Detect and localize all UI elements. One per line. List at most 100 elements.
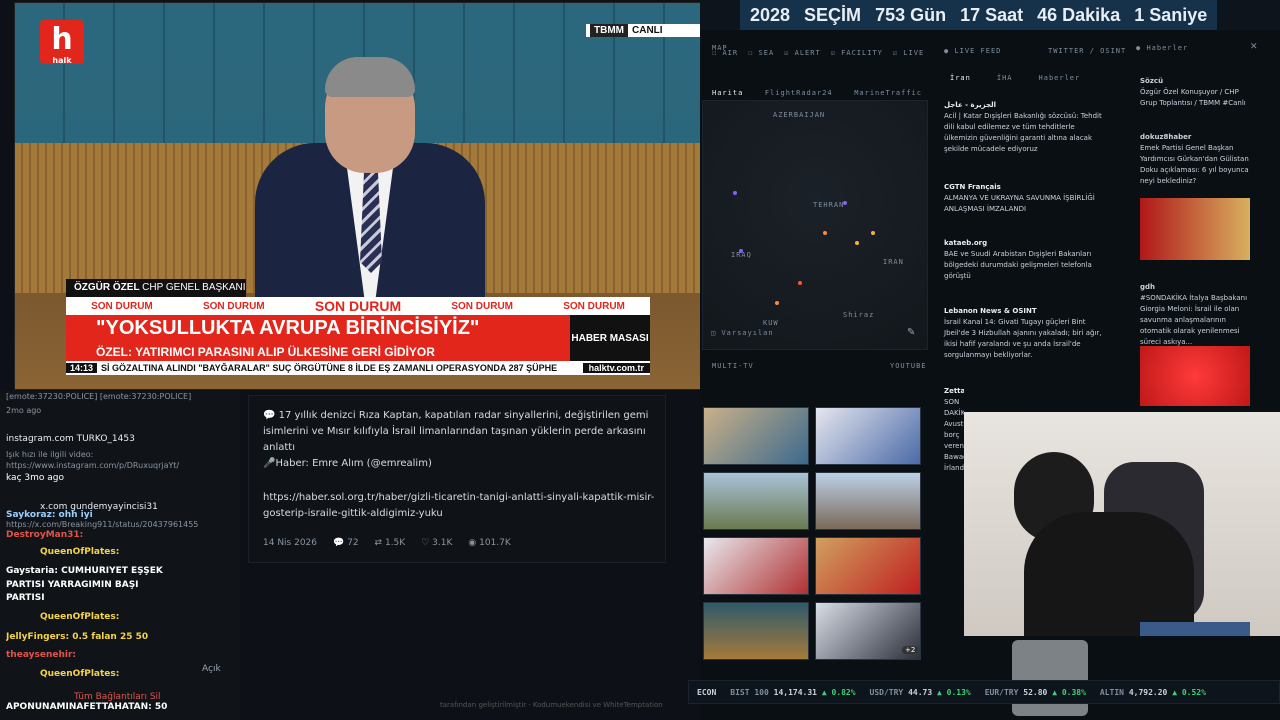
haber-masasi-label: HABER MASASI	[570, 315, 650, 361]
chat-line: JellyFingers: 0.5 falan 25 50	[6, 632, 149, 642]
map-filters: ☐ AIR ☐ SEA ☑ ALERT ☑ FACILITY ☑ LIVE	[712, 49, 924, 57]
like-count[interactable]: ♡ 3.1K	[421, 538, 452, 548]
feed-source: Lebanon News & OSINT	[944, 307, 1037, 315]
econ-bist-value: 14,174.31	[773, 687, 817, 697]
halktv-logo: h halk	[40, 20, 84, 65]
map-marker[interactable]	[871, 231, 875, 235]
tab-haberler[interactable]: Haberler	[1039, 74, 1081, 82]
multitv-tile-6[interactable]	[815, 537, 921, 595]
map-label-azerbaijan: AZERBAIJAN	[773, 111, 826, 119]
radar-map[interactable]: AZERBAIJAN TEHRAN IRAQ IRAN KUW Shiraz ◫…	[702, 100, 928, 350]
filter-alert[interactable]: ☑ ALERT	[784, 49, 821, 57]
news-dot-icon: ●	[1136, 44, 1147, 52]
map-label-kuw: KUW	[763, 319, 779, 327]
econ-usd-value: 44.73	[908, 687, 933, 697]
map-label-iran: IRAN	[883, 258, 904, 266]
son-durum-bar: SON DURUM SON DURUM SON DURUM SON DURUM …	[66, 297, 650, 315]
tab-iran[interactable]: İran	[950, 74, 971, 82]
filter-sea[interactable]: ☐ SEA	[748, 49, 774, 57]
filter-facility[interactable]: ☑ FACILITY	[831, 49, 883, 57]
son-durum-4: SON DURUM	[451, 300, 514, 312]
feed-source: kataeb.org	[944, 239, 988, 247]
footer-credit: tarafından geliştirilmiştir · Kodumueken…	[440, 701, 663, 709]
tab-flightradar[interactable]: FlightRadar24	[765, 89, 833, 97]
filter-air-label: AIR	[722, 49, 739, 57]
news-thumbnail[interactable]	[1140, 198, 1250, 260]
tab-harita[interactable]: Harita	[712, 89, 743, 97]
feed-item[interactable]: ZettaWire SON DAKİKA: Avusturyalı borç ve…	[944, 386, 964, 474]
feed-tabs: İran İHA Haberler	[950, 74, 1080, 82]
map-marker[interactable]	[798, 281, 802, 285]
news-item[interactable]: dokuz8haber Emek Partisi Genel Başkan Yar…	[1140, 132, 1252, 187]
feed-item[interactable]: Lebanon News & OSINT İsrail Kanal 14: Giv…	[944, 306, 1110, 361]
news-text: Özgür Özel Konuşuyor / CHP Grup Toplantı…	[1140, 88, 1246, 107]
tweet-link[interactable]: https://haber.sol.org.tr/haber/gizli-tic…	[263, 490, 655, 522]
chat-link-instagram[interactable]: instagram.com TURKO_1453	[6, 434, 135, 444]
map-marker[interactable]	[739, 249, 743, 253]
son-durum-5: SON DURUM	[563, 300, 625, 312]
tweet-stats: 14 Nis 2026 💬 72 ⇄ 1.5K ♡ 3.1K ◉ 101.7K	[263, 538, 511, 548]
tweet-reporter: 🎤Haber: Emre Alım (@emrealim)	[263, 458, 432, 469]
map-marker[interactable]	[855, 241, 859, 245]
chat-panel[interactable]: [emote:37230:POLICE] [emote:37230:POLICE…	[0, 390, 240, 720]
live-label: CANLI	[632, 25, 663, 36]
filter-alert-label: ALERT	[794, 49, 821, 57]
reply-count[interactable]: 💬 72	[333, 538, 359, 548]
news-title: Haberler	[1146, 44, 1189, 52]
countdown-days: 753 Gün	[875, 4, 947, 25]
map-marker[interactable]	[733, 191, 737, 195]
logo-letter: h	[51, 22, 73, 57]
feed-text: SON DAKİKA: Avusturyalı borç veren Bawag…	[944, 398, 964, 472]
headline: "YOKSULLUKTA AVRUPA BİRİNCİSİYİZ"	[66, 315, 570, 345]
map-marker[interactable]	[823, 231, 827, 235]
econ-usd-name: USD/TRY	[869, 687, 904, 697]
countdown-label: SEÇİM	[804, 4, 862, 25]
map-marker[interactable]	[775, 301, 779, 305]
tab-iha[interactable]: İHA	[997, 74, 1013, 82]
view-count-value: 101.7K	[479, 538, 511, 548]
ticker-text: Sİ GÖZALTINA ALINDI "BAYĞARALAR" SUÇ ÖRG…	[101, 363, 558, 373]
countdown-minutes: 46 Dakika	[1037, 4, 1121, 25]
feed-item[interactable]: kataeb.org BAE ve Suudi Arabistan Dışişle…	[944, 238, 1110, 282]
feed-item[interactable]: الجزيرة - عاجل Acil | Katar Dışişleri Bak…	[944, 100, 1110, 155]
news-text: Emek Partisi Genel Başkan Yardımcısı Gür…	[1140, 144, 1249, 185]
election-countdown: 2028 SEÇİM 753 Gün 17 Saat 46 Dakika 1 S…	[740, 0, 1218, 30]
chat-line[interactable]: https://www.instagram.com/p/DRuxuqrjaYt/	[6, 461, 179, 470]
multitv-more-badge[interactable]: +2	[902, 646, 919, 654]
tweet-card[interactable]: 💬 17 yıllık denizci Rıza Kaptan, kapatıl…	[248, 395, 666, 563]
multitv-tile-4[interactable]	[815, 472, 921, 530]
chat-open-toggle[interactable]: Açık	[202, 664, 221, 674]
multitv-tile-7[interactable]	[703, 602, 809, 660]
news-video-thumbnail[interactable]	[1140, 346, 1250, 406]
tweet-date: 14 Nis 2026	[263, 538, 317, 548]
filter-facility-label: FACILITY	[841, 49, 883, 57]
close-icon[interactable]: ✕	[1250, 42, 1258, 52]
multitv-tile-5[interactable]	[703, 537, 809, 595]
filter-live[interactable]: ☑ LIVE	[893, 49, 924, 57]
streamer-webcam	[964, 412, 1280, 636]
chat-line[interactable]: https://x.com/Breaking911/status/2043796…	[6, 520, 198, 529]
edit-icon[interactable]: ✎	[907, 327, 915, 338]
chat-line: PARTİSİ	[6, 593, 45, 603]
ticker-site: halktv.com.tr	[582, 363, 650, 373]
news-item[interactable]: Sözcü Özgür Özel Konuşuyor / CHP Grup Top…	[1140, 76, 1252, 109]
map-layer-select[interactable]: ◫ Varsayılan	[711, 329, 774, 337]
live-source: TBMM	[590, 24, 628, 37]
econ-eur: EUR/TRY 52.80 ▲ 0.38%	[985, 688, 1086, 697]
filter-air[interactable]: ☐ AIR	[712, 49, 738, 57]
econ-gold-value: 4,792.20	[1128, 687, 1168, 697]
news-item[interactable]: gdh #SONDAKİKA İtalya Başbakanı Giorgia M…	[1140, 282, 1252, 348]
tab-marinetraffic[interactable]: MarineTraffic	[854, 89, 922, 97]
multitv-tile-1[interactable]	[703, 407, 809, 465]
multitv-tile-2[interactable]	[815, 407, 921, 465]
repost-count[interactable]: ⇄ 1.5K	[375, 538, 406, 548]
speaker-lower-third: ÖZGÜR ÖZEL CHP GENEL BAŞKANI	[66, 279, 246, 297]
chat-line: QueenOfPlates:	[40, 612, 120, 622]
econ-usd: USD/TRY 44.73 ▲ 0.13%	[870, 688, 971, 697]
multitv-tile-3[interactable]	[703, 472, 809, 530]
feed-source: الجزيرة - عاجل	[944, 101, 997, 109]
feed-item[interactable]: CGTN Français ALMANYA VE UKRAYNA SAVUNMA …	[944, 182, 1110, 215]
clear-links-button[interactable]: Tüm Bağlantıları Sil	[74, 692, 161, 702]
map-marker[interactable]	[843, 201, 847, 205]
chat-line: QueenOfPlates:	[40, 547, 120, 557]
